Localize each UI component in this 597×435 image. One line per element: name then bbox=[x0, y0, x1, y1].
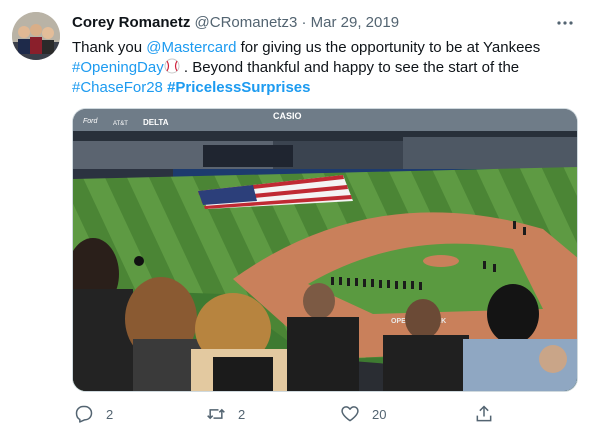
retweet-count: 2 bbox=[238, 406, 246, 422]
text-segment: . Beyond thankful and happy to see the s… bbox=[179, 59, 520, 76]
text-segment: for giving us the opportunity to be at Y… bbox=[236, 39, 541, 56]
tweet[interactable]: Corey Romanetz @CRomanetz3 · Mar 29, 201… bbox=[0, 0, 597, 435]
retweet-button[interactable]: 2 bbox=[206, 402, 245, 426]
avatar[interactable] bbox=[12, 12, 60, 60]
mention-link[interactable]: @Mastercard bbox=[146, 39, 236, 56]
reply-icon bbox=[75, 405, 93, 423]
ford-sign: Ford bbox=[83, 118, 99, 125]
user-handle[interactable]: @CRomanetz3 bbox=[195, 14, 298, 31]
tweet-header: Corey Romanetz @CRomanetz3 · Mar 29, 201… bbox=[72, 13, 577, 33]
heart-icon bbox=[341, 406, 359, 422]
delta-sign: DELTA bbox=[143, 118, 169, 127]
stadium-photo: CASIO DELTA AT&T Ford OPENING WEEK bbox=[73, 109, 577, 391]
reply-count: 2 bbox=[106, 406, 114, 422]
action-bar: 2 2 20 bbox=[72, 402, 502, 426]
hashtag-link[interactable]: #OpeningDay bbox=[72, 59, 164, 76]
hashtag-link[interactable]: #ChaseFor28 bbox=[72, 79, 163, 96]
reply-button[interactable]: 2 bbox=[74, 402, 113, 426]
share-icon bbox=[476, 405, 492, 422]
att-sign: AT&T bbox=[113, 121, 128, 127]
tweet-photo[interactable]: CASIO DELTA AT&T Ford OPENING WEEK bbox=[72, 108, 578, 392]
share-button[interactable] bbox=[474, 402, 506, 426]
casio-sign: CASIO bbox=[273, 111, 302, 121]
display-name[interactable]: Corey Romanetz bbox=[72, 14, 190, 31]
hashtag-link[interactable]: #PricelessSurprises bbox=[167, 79, 310, 96]
tweet-text: Thank you @Mastercard for giving us the … bbox=[72, 38, 577, 98]
tweet-date[interactable]: Mar 29, 2019 bbox=[311, 14, 399, 31]
like-count: 20 bbox=[372, 406, 387, 422]
text-segment: Thank you bbox=[72, 39, 147, 56]
retweet-icon bbox=[207, 408, 225, 420]
more-dots-icon[interactable] bbox=[555, 14, 575, 32]
baseball-icon bbox=[164, 58, 180, 74]
separator-dot: · bbox=[301, 14, 307, 31]
like-button[interactable]: 20 bbox=[340, 402, 386, 426]
